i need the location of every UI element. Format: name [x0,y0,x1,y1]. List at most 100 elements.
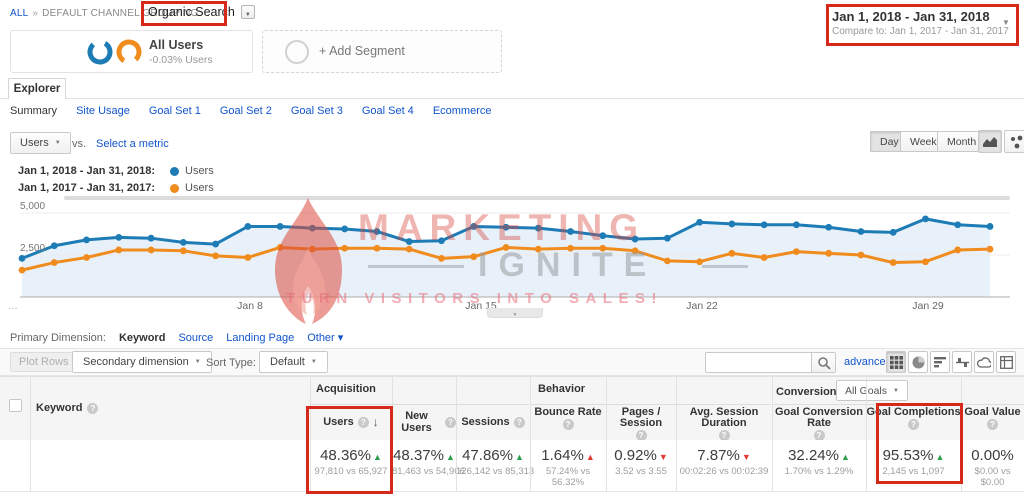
column-header-avg-session-duration[interactable]: Avg. Session Duration [676,404,772,440]
dimension-source[interactable]: Source [178,332,213,344]
select-all-checkbox[interactable] [9,399,22,412]
term-cloud-view-button[interactable] [974,351,994,373]
totals-goal-completions: 95.53%▲ 2,145 vs 1,097 [866,440,961,492]
motion-chart-view-button[interactable] [1004,130,1024,153]
plot-rows-button[interactable]: Plot Rows [10,352,78,372]
primary-dimension-label: Primary Dimension: [10,332,106,344]
totals-users: 48.36%▲ 97,810 vs 65,927 [310,440,392,492]
comparison-bars-icon [956,356,969,369]
search-input[interactable] [705,352,811,373]
subtab-ecommerce[interactable]: Ecommerce [433,105,492,117]
totals-avg-session-duration: 7.87%▼ 00:02:26 vs 00:02:39 [676,440,772,492]
subtab-goal-set-1[interactable]: Goal Set 1 [149,105,201,117]
segment-subtitle: -0.03% Users [149,54,213,66]
chevron-down-icon[interactable] [241,5,255,19]
column-header-sessions[interactable]: Sessions [456,404,530,440]
legend-row-2018: Jan 1, 2018 - Jan 31, 2018: Users [18,165,214,177]
x-tick-jan29: Jan 29 [912,300,944,312]
column-header-new-users[interactable]: New Users [392,404,456,440]
trend-arrow-icon: ▲ [586,452,595,462]
legend-2018-dot-icon [170,167,179,176]
totals-goal-value: 0.00% $0.00 vs $0.00 [961,440,1024,492]
sort-type-dropdown[interactable]: Default [259,351,328,373]
keyword-column-header[interactable]: Keyword [36,376,98,440]
help-icon[interactable] [987,419,998,430]
comparison-view-button[interactable] [952,351,972,373]
timeline-chart[interactable] [0,195,1024,320]
group-header-conversions: Conversions [776,386,843,398]
advanced-search-link[interactable]: advanced [844,356,892,368]
help-icon[interactable] [908,419,919,430]
add-segment-circle-icon [285,40,309,64]
subtab-goal-set-4[interactable]: Goal Set 4 [362,105,414,117]
performance-bars-icon [934,356,947,368]
sort-type-value: Default [270,356,305,368]
line-chart-icon [982,135,998,148]
segment-title: All Users [149,38,203,52]
trend-arrow-icon: ▼ [659,452,668,462]
help-icon[interactable] [445,417,456,428]
tab-explorer[interactable]: Explorer [8,78,66,99]
subtab-goal-set-3[interactable]: Goal Set 3 [291,105,343,117]
chart-collapse-handle[interactable] [487,308,543,318]
percentage-view-button[interactable] [908,351,928,373]
subtab-goal-set-2[interactable]: Goal Set 2 [220,105,272,117]
date-compare-value: Compare to: Jan 1, 2017 - Jan 31, 2017 [832,26,1009,37]
totals-pages-session: 0.92%▼ 3.52 vs 3.55 [606,440,676,492]
subtab-summary[interactable]: Summary [10,105,57,117]
search-icon [817,356,831,370]
trend-arrow-icon: ▼ [742,452,751,462]
trend-arrow-icon: ▲ [515,452,524,462]
pivot-view-button[interactable] [996,351,1016,373]
y-tick-5000: 5,000 [20,201,45,212]
legend-2017-series: Users [185,182,214,194]
date-range-picker[interactable]: Jan 1, 2018 - Jan 31, 2018 Compare to: J… [832,9,1009,37]
pie-chart-icon [912,356,925,369]
legend-2017-dot-icon [170,184,179,193]
date-picker-chevron-icon[interactable]: ▼ [1002,18,1010,27]
vs-label: vs. [72,138,86,150]
line-chart-view-button[interactable] [978,130,1002,153]
chart-left-ellipsis [8,301,18,312]
metric-dropdown[interactable]: Users [10,132,71,154]
selected-channel-label: Organic Search [148,5,235,19]
legend-2017-label: Jan 1, 2017 - Jan 31, 2017: [18,182,170,194]
channel-grouping-select[interactable]: Organic Search [148,5,255,19]
report-subtabs: Summary Site Usage Goal Set 1 Goal Set 2… [10,105,492,117]
help-icon[interactable] [87,403,98,414]
sort-type-label: Sort Type: [206,357,256,369]
column-header-goal-value[interactable]: Goal Value [961,404,1024,440]
add-segment-button[interactable]: + Add Segment [262,30,502,73]
column-header-pages-session[interactable]: Pages / Session [606,404,676,440]
y-tick-2500: 2,500 [20,243,45,254]
totals-sessions: 47.86%▲ 126,142 vs 85,313 [456,440,530,492]
secondary-dimension-dropdown[interactable]: Secondary dimension [72,351,212,373]
search-button[interactable] [811,352,836,373]
column-header-goal-completions[interactable]: Goal Completions [866,404,961,440]
help-icon[interactable] [514,417,525,428]
column-header-goal-conversion-rate[interactable]: Goal Conversion Rate [772,404,866,440]
sort-desc-icon[interactable] [373,415,379,429]
trend-arrow-icon: ▲ [935,452,944,462]
column-header-bounce-rate[interactable]: Bounce Rate [530,404,606,440]
help-icon[interactable] [358,417,369,428]
dimension-other[interactable]: Other [307,331,343,344]
metric-dropdown-label: Users [20,137,49,149]
dimension-landing-page[interactable]: Landing Page [226,332,294,344]
legend-2018-label: Jan 1, 2018 - Jan 31, 2018: [18,165,170,177]
table-view-button[interactable] [886,351,906,373]
help-icon[interactable] [563,419,574,430]
x-tick-jan22: Jan 22 [686,300,718,312]
subtab-site-usage[interactable]: Site Usage [76,105,130,117]
segment-all-users[interactable]: All Users -0.03% Users [10,30,253,73]
performance-view-button[interactable] [930,351,950,373]
column-header-users[interactable]: Users [310,404,392,440]
breadcrumb-all-link[interactable]: ALL [10,8,28,19]
group-header-behavior: Behavior [538,383,585,395]
all-goals-dropdown[interactable]: All Goals [836,380,908,401]
select-metric-link[interactable]: Select a metric [96,138,169,150]
totals-new-users: 48.37%▲ 81,463 vs 54,906 [392,440,456,492]
keyword-header-label: Keyword [36,402,82,414]
segment-donut-icon [86,38,144,66]
dimension-keyword[interactable]: Keyword [119,332,165,344]
